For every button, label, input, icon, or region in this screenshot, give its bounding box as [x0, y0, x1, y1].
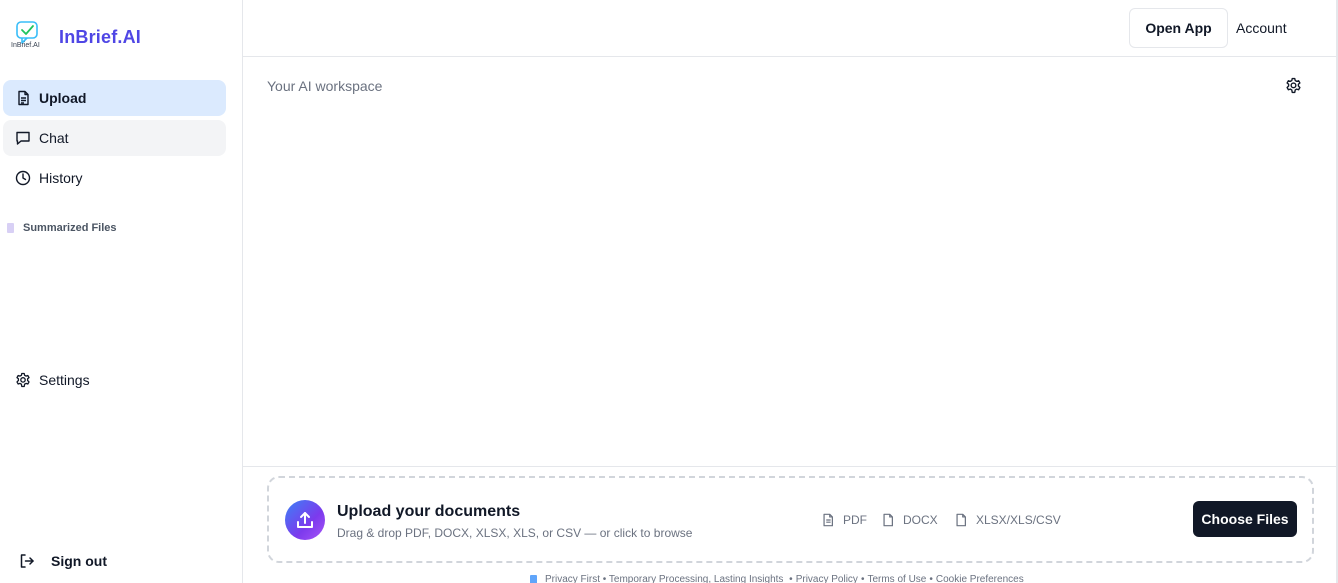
- file-icon: [15, 90, 31, 106]
- brand[interactable]: InBrief.AI InBrief.AI: [8, 18, 141, 56]
- document-icon: [7, 223, 14, 233]
- gear-icon: [15, 372, 31, 388]
- terms-of-use-link[interactable]: Terms of Use: [867, 574, 926, 583]
- brand-logo-icon: InBrief.AI: [8, 18, 46, 56]
- upload-icon: [285, 500, 325, 540]
- sign-out-icon: [19, 553, 35, 569]
- file-type-label: XLSX/XLS/CSV: [976, 513, 1061, 527]
- sidebar-item-history[interactable]: History: [3, 160, 226, 196]
- workspace-settings-gear-icon[interactable]: [1285, 77, 1302, 94]
- divider: [243, 466, 1338, 467]
- workspace-label: Your AI workspace: [267, 78, 383, 94]
- top-header: Open App Account: [243, 0, 1338, 57]
- file-icon: [954, 513, 968, 527]
- privacy-policy-link[interactable]: Privacy Policy: [796, 574, 858, 583]
- cookie-preferences-link[interactable]: Cookie Preferences: [936, 574, 1024, 583]
- sidebar-item-label: Chat: [39, 130, 69, 146]
- upload-title: Upload your documents: [337, 503, 521, 520]
- upload-subtitle: Drag & drop PDF, DOCX, XLSX, XLS, or CSV…: [337, 526, 693, 540]
- file-type-label: PDF: [843, 513, 867, 527]
- open-app-button[interactable]: Open App: [1129, 8, 1228, 48]
- sidebar-item-upload[interactable]: Upload: [3, 80, 226, 116]
- section-label: Summarized Files: [23, 222, 117, 234]
- footer-tagline: Privacy First • Temporary Processing, La…: [545, 574, 784, 583]
- file-icon: [881, 513, 895, 527]
- file-type-spreadsheet: XLSX/XLS/CSV: [954, 513, 1061, 527]
- upload-dropzone[interactable]: Upload your documents Drag & drop PDF, D…: [267, 476, 1314, 563]
- brand-name: InBrief.AI: [59, 26, 142, 47]
- sidebar-item-label: Upload: [39, 90, 87, 106]
- sidebar-item-label: History: [39, 170, 83, 186]
- sidebar-item-settings[interactable]: Settings: [15, 372, 90, 388]
- file-type-label: DOCX: [903, 513, 938, 527]
- shield-icon: [530, 575, 537, 583]
- chat-bubble-icon: [15, 130, 31, 146]
- sign-out-button[interactable]: Sign out: [19, 553, 107, 569]
- sidebar-item-chat[interactable]: Chat: [3, 120, 226, 156]
- account-link[interactable]: Account: [1236, 20, 1287, 36]
- brand-logo-caption: InBrief.AI: [11, 42, 40, 49]
- summarized-files-section: Summarized Files: [7, 222, 117, 234]
- settings-label: Settings: [39, 372, 90, 388]
- choose-files-button[interactable]: Choose Files: [1193, 501, 1297, 537]
- sidebar: InBrief.AI InBrief.AI Upload Chat Histor…: [0, 0, 243, 583]
- clock-icon: [15, 170, 31, 186]
- file-type-pdf: PDF: [821, 513, 867, 527]
- footer: Privacy First • Temporary Processing, La…: [530, 574, 1024, 583]
- file-text-icon: [821, 513, 835, 527]
- file-type-docx: DOCX: [881, 513, 938, 527]
- sign-out-label: Sign out: [51, 553, 107, 569]
